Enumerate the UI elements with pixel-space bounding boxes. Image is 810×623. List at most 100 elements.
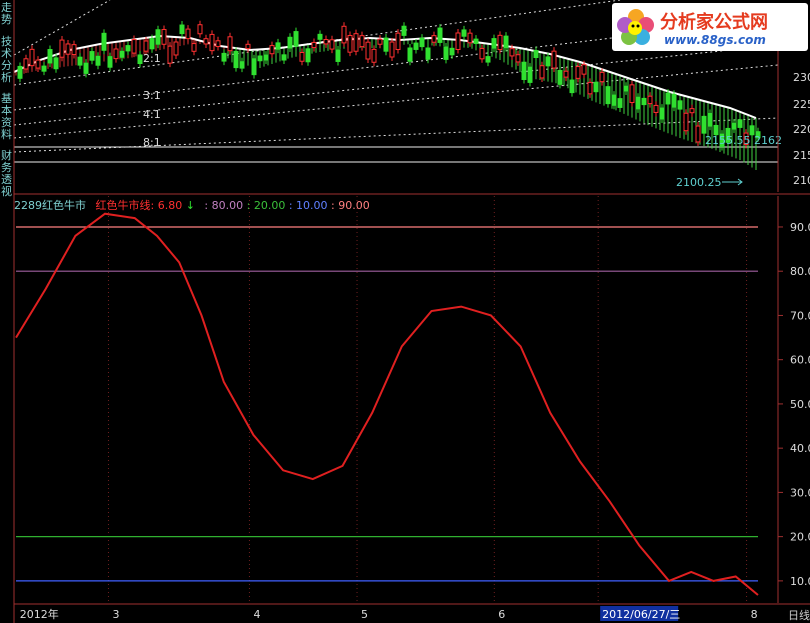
- price-axis-label: 220: [793, 123, 810, 136]
- price-axis-label: 210: [793, 174, 810, 187]
- gann-label-3-1: 3:1: [143, 89, 161, 102]
- candle-body: [209, 33, 215, 52]
- time-axis-labels: 2012年 3 4 5 6 2012/06/27/三 8: [20, 606, 758, 621]
- gann-label-4-1: 4:1: [143, 108, 161, 121]
- site-logo: 分析家公式网 www.88gs.com: [612, 3, 808, 51]
- candle-body: [707, 112, 713, 127]
- candle-body: [23, 58, 29, 70]
- candle-body: [641, 97, 647, 106]
- level-20-text: : 20.00: [246, 199, 286, 212]
- candle-body: [227, 36, 233, 52]
- x-tick-label: 6: [498, 608, 505, 621]
- candle-body: [629, 84, 635, 104]
- candle-body: [479, 47, 485, 60]
- candle-body: [167, 45, 173, 64]
- price-axis-label: 230: [793, 71, 810, 84]
- candle-body: [533, 50, 539, 59]
- candle-body: [671, 93, 677, 108]
- candle-body: [683, 112, 689, 132]
- candle-body: [395, 32, 401, 51]
- side-tab-technical[interactable]: 技术分析: [0, 36, 13, 84]
- y-tick-label: 60.00: [790, 354, 810, 367]
- price-axis-labels: 230 225 220 215 210: [793, 71, 810, 187]
- y-tick-label: 20.00: [790, 531, 810, 544]
- candle-body: [431, 35, 437, 43]
- side-tab-finance[interactable]: 财务透视: [0, 150, 13, 198]
- candle-body: [569, 79, 575, 94]
- x-tick-label: 8: [751, 608, 758, 621]
- candle-body: [269, 45, 275, 55]
- candle-body: [161, 29, 167, 45]
- high-readout: 2155.55 2162: [705, 134, 782, 147]
- candle-body: [251, 58, 257, 76]
- candle-body: [377, 38, 383, 45]
- candle-body: [503, 35, 509, 49]
- candle-body: [737, 119, 743, 128]
- candle-body: [545, 56, 551, 67]
- candle-body: [347, 34, 353, 53]
- candle-body: [695, 125, 701, 143]
- candle-body: [203, 38, 209, 45]
- candle-body: [599, 71, 605, 83]
- candle-body: [353, 33, 359, 52]
- candle-body: [299, 52, 305, 62]
- candle-body: [575, 66, 581, 79]
- candle-body: [197, 24, 203, 35]
- candle-body: [71, 44, 77, 56]
- candle-body: [437, 27, 443, 43]
- cursor-date-label: 2012/06/27/三: [602, 608, 680, 621]
- candle-body: [323, 38, 329, 45]
- candle-body: [89, 51, 95, 61]
- down-arrow-icon: ↓: [185, 199, 195, 212]
- y-tick-label: 80.00: [790, 265, 810, 278]
- candle-body: [287, 36, 293, 49]
- candle-body: [473, 38, 479, 45]
- candle-body: [221, 52, 227, 62]
- candle-body: [371, 48, 377, 63]
- candle-body: [173, 41, 179, 56]
- indicator-name: 2289红色牛市: [14, 199, 86, 212]
- candle-body: [491, 38, 497, 49]
- candle-body: [65, 43, 71, 55]
- candle-body: [305, 48, 311, 63]
- price-axis-label: 215: [793, 149, 810, 162]
- candle-body: [467, 32, 473, 44]
- candle-body: [311, 41, 317, 49]
- candle-body: [83, 62, 89, 74]
- vertical-grid: [107, 196, 748, 603]
- candle-body: [131, 39, 137, 54]
- candle-body: [515, 54, 521, 63]
- candle-body: [137, 54, 143, 65]
- candle-body: [263, 54, 269, 61]
- period-label[interactable]: 日线: [788, 607, 810, 623]
- candle-body: [41, 65, 47, 72]
- candle-body: [539, 65, 545, 79]
- candle-body: [389, 41, 395, 58]
- candle-body: [59, 39, 65, 58]
- candle-body: [611, 94, 617, 106]
- candle-body: [215, 40, 221, 48]
- candle-body: [443, 46, 449, 60]
- candle-body: [701, 115, 707, 134]
- x-tick-label: 2012年: [20, 607, 59, 621]
- candle-body: [29, 48, 35, 67]
- side-tab-trend[interactable]: 走势: [0, 2, 13, 26]
- candle-body: [563, 70, 569, 78]
- candle-body: [509, 48, 515, 57]
- candle-body: [689, 108, 695, 114]
- candle-body: [365, 41, 371, 60]
- candle-body: [293, 31, 299, 47]
- candle-body: [179, 24, 185, 35]
- candle-body: [281, 54, 287, 61]
- level-90-text: : 90.00: [331, 199, 370, 212]
- indicator-panel: 90.00 80.00 70.00 60.00 50.00 40.00 30.00 20.00…: [14, 196, 810, 621]
- side-tab-basic-info[interactable]: 基本资料: [0, 93, 13, 141]
- candle-body: [497, 34, 503, 51]
- y-tick-label: 30.00: [790, 486, 810, 499]
- candle-body: [587, 81, 593, 95]
- candle-body: [77, 56, 83, 66]
- flower-icon: [617, 9, 654, 45]
- candle-body: [359, 35, 365, 48]
- candle-body: [341, 25, 347, 44]
- candle-body: [119, 50, 125, 58]
